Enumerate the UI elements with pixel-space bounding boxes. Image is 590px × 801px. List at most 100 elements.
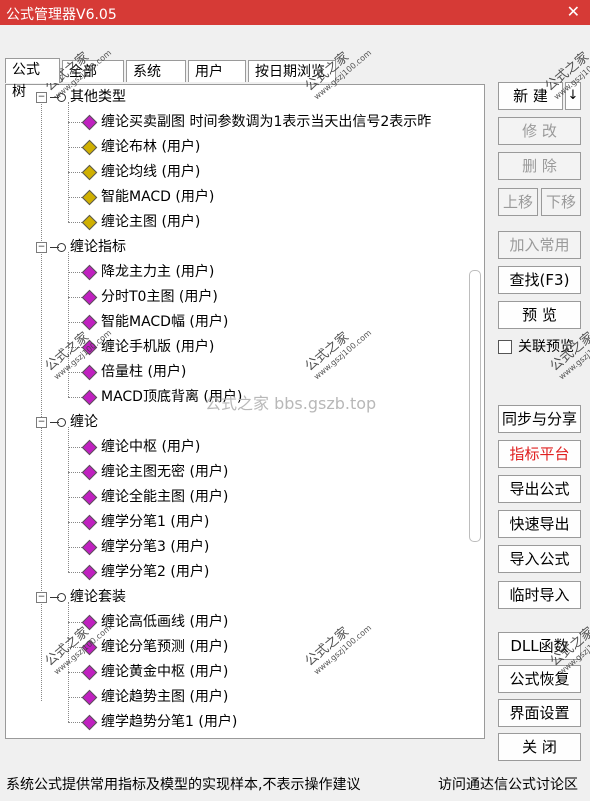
close-icon[interactable]: ✕ [567, 2, 580, 21]
tree-item[interactable]: 倍量柱 (用户) [80, 361, 186, 383]
tree-item[interactable]: 缠论中枢 (用户) [80, 436, 200, 458]
indicator-platform-button[interactable]: 指标平台 [498, 440, 581, 468]
tree-expander-icon[interactable]: − [36, 592, 47, 603]
tree-group[interactable]: 缠论 [50, 411, 98, 433]
export-formula-button[interactable]: 导出公式 [498, 475, 581, 503]
formula-icon [81, 139, 98, 155]
tree-item-label: 缠论主图 (用户) [101, 214, 201, 230]
tree-item-label: 缠论买卖副图 时间参数调为1表示当天出信号2表示昨 [101, 114, 432, 130]
formula-icon [81, 689, 98, 705]
quick-export-button[interactable]: 快速导出 [498, 510, 581, 538]
tree-item-label: 缠论中枢 (用户) [101, 439, 201, 455]
tree-item-label: 智能MACD幅 (用户) [101, 314, 229, 330]
tree-item[interactable]: 缠学趋势分笔1 (用户) [80, 711, 237, 733]
tree-item[interactable]: 缠学分笔2 (用户) [80, 561, 209, 583]
formula-icon [81, 189, 98, 205]
tree-item-label: 缠论趋势主图 (用户) [101, 689, 229, 705]
ui-settings-button[interactable]: 界面设置 [498, 699, 581, 727]
tree-item[interactable]: 分时T0主图 (用户) [80, 286, 218, 308]
delete-button[interactable]: 删 除 [498, 152, 581, 180]
group-key-icon [50, 592, 66, 602]
tab-formula-tree[interactable]: 公式树 [5, 58, 60, 100]
tree-item-label: 缠学趋势分笔1 (用户) [101, 714, 238, 730]
tree-expander-icon[interactable]: − [36, 242, 47, 253]
tree-item-label: 缠学分笔2 (用户) [101, 564, 210, 580]
add-common-button[interactable]: 加入常用 [498, 231, 581, 259]
tree-item[interactable]: 缠学分笔3 (用户) [80, 536, 209, 558]
tree-item-label: 缠论全能主图 (用户) [101, 489, 229, 505]
tree-item[interactable]: 缠论买卖副图 时间参数调为1表示当天出信号2表示昨 [80, 111, 431, 133]
tree-item[interactable]: 缠论布林 (用户) [80, 136, 200, 158]
preview-button[interactable]: 预 览 [498, 301, 581, 329]
formula-icon [81, 214, 98, 230]
tree-group-label: 其他类型 [70, 89, 126, 105]
tree-connector [41, 101, 42, 701]
tree-item-label: 缠学分笔1 (用户) [101, 514, 210, 530]
tab-system[interactable]: 系统 [126, 60, 186, 82]
tree-item[interactable]: 缠论全能主图 (用户) [80, 486, 228, 508]
tab-user[interactable]: 用户 [188, 60, 246, 82]
forum-link[interactable]: 访问通达信公式讨论区 [438, 774, 578, 794]
window-title: 公式管理器V6.05 [6, 7, 117, 23]
tree-item-label: 智能MACD (用户) [101, 189, 215, 205]
formula-icon [81, 264, 98, 280]
tree-item[interactable]: 缠论趋势主图 (用户) [80, 686, 228, 708]
tree-item[interactable]: 智能MACD (用户) [80, 186, 214, 208]
tree-connector [68, 252, 69, 397]
formula-icon [81, 539, 98, 555]
tree-group-label: 缠论 [70, 414, 98, 430]
tree-item-label: 缠论高低画线 (用户) [101, 614, 229, 630]
sync-share-button[interactable]: 同步与分享 [498, 405, 581, 433]
status-bar: 系统公式提供常用指标及模型的实现样本,不表示操作建议 访问通达信公式讨论区 [0, 766, 590, 801]
tree-item-label: 缠论分笔预测 (用户) [101, 639, 229, 655]
tree-expander-icon[interactable]: − [36, 417, 47, 428]
vertical-scrollbar[interactable] [469, 270, 481, 542]
temp-import-button[interactable]: 临时导入 [498, 581, 581, 609]
move-down-button[interactable]: 下移 [541, 188, 581, 216]
tree-group[interactable]: 缠论套装 [50, 586, 126, 608]
tree-item-label: 降龙主力主 (用户) [101, 264, 215, 280]
tree-item-label: 缠论布林 (用户) [101, 139, 201, 155]
formula-icon [81, 664, 98, 680]
formula-icon [81, 564, 98, 580]
tree-item[interactable]: 缠论黄金中枢 (用户) [80, 661, 228, 683]
status-note: 系统公式提供常用指标及模型的实现样本,不表示操作建议 [6, 777, 361, 793]
find-button[interactable]: 查找(F3) [498, 266, 581, 294]
formula-icon [81, 489, 98, 505]
import-formula-button[interactable]: 导入公式 [498, 545, 581, 573]
tree-item[interactable]: 降龙主力主 (用户) [80, 261, 214, 283]
tree-item[interactable]: 缠学分笔1 (用户) [80, 511, 209, 533]
tree-connector [68, 102, 69, 222]
formula-icon [81, 114, 98, 130]
formula-icon [81, 289, 98, 305]
checkbox-box[interactable] [498, 340, 512, 354]
formula-icon [81, 714, 98, 730]
tree-connector [68, 427, 69, 572]
group-key-icon [50, 417, 66, 427]
formula-icon [81, 364, 98, 380]
tree-item[interactable]: 缠论均线 (用户) [80, 161, 200, 183]
watermark-text: 公式之家 bbs.gszb.top [205, 394, 377, 413]
tree-item[interactable]: 缠论主图 (用户) [80, 211, 200, 233]
modify-button[interactable]: 修 改 [498, 117, 581, 145]
tree-item-label: 缠论黄金中枢 (用户) [101, 664, 229, 680]
title-bar: 公式管理器V6.05 ✕ [0, 0, 590, 25]
tree-group-label: 缠论指标 [70, 239, 126, 255]
tree-item-label: 分时T0主图 (用户) [101, 289, 218, 305]
tree-group-label: 缠论套装 [70, 589, 126, 605]
move-up-button[interactable]: 上移 [498, 188, 538, 216]
tree-item[interactable]: 缠论主图无密 (用户) [80, 461, 228, 483]
formula-icon [81, 439, 98, 455]
formula-icon [81, 464, 98, 480]
formula-icon [81, 389, 98, 405]
tree-group[interactable]: 缠论指标 [50, 236, 126, 258]
formula-icon [81, 164, 98, 180]
tree-item-label: 倍量柱 (用户) [101, 364, 187, 380]
close-button[interactable]: 关 闭 [498, 733, 581, 761]
tree-item-label: 缠论手机版 (用户) [101, 339, 215, 355]
formula-icon [81, 514, 98, 530]
tree-expander-icon[interactable]: − [36, 92, 47, 103]
group-key-icon [50, 242, 66, 252]
tree-item-label: 缠论主图无密 (用户) [101, 464, 229, 480]
tree-item-label: 缠论均线 (用户) [101, 164, 201, 180]
